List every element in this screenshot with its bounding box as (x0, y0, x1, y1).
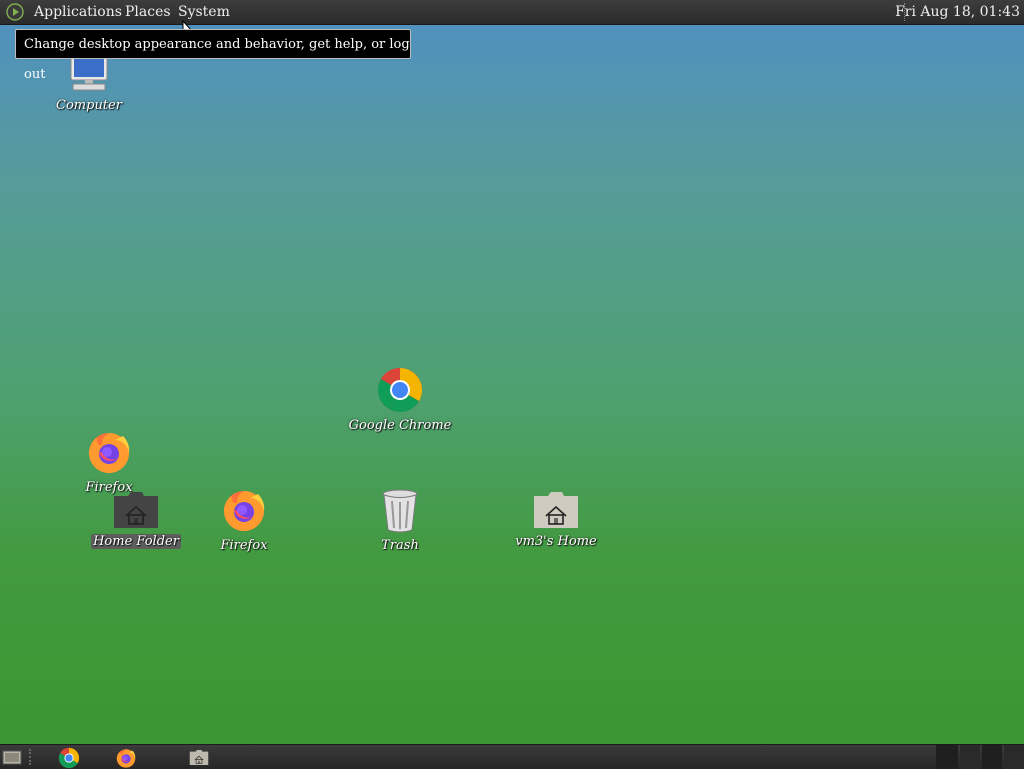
workspace-switcher[interactable] (1004, 745, 1024, 769)
desktop-icon-label: Computer (56, 98, 122, 113)
clock[interactable]: Fri Aug 18, 01:43 (895, 3, 1020, 21)
menu-places[interactable]: Places (125, 3, 171, 21)
workspace-switcher[interactable] (960, 745, 980, 769)
desktop-icon-label: Firefox (220, 538, 268, 553)
desktop-icon-computer[interactable]: Computer (34, 52, 144, 113)
home-folder-icon (112, 490, 160, 530)
desktop-icon-label: Home Folder (91, 534, 181, 549)
trash-icon (382, 489, 418, 533)
top-panel: Applications Places System Fri Aug 18, 0… (0, 0, 1024, 25)
firefox-icon (85, 428, 133, 476)
firefox-icon (220, 486, 268, 534)
firefox-icon[interactable] (115, 747, 137, 769)
desktop-icon-trash[interactable]: Trash (345, 488, 455, 553)
bottom-panel (0, 744, 1024, 769)
home-folder-icon[interactable] (189, 749, 209, 766)
chrome-icon (376, 366, 424, 414)
desktop-icon-firefox-2[interactable]: Firefox (189, 486, 299, 553)
menu-system[interactable]: System (178, 3, 230, 21)
show-desktop-icon[interactable] (2, 747, 22, 767)
launcher-separator (29, 749, 33, 765)
desktop-icon-vm3-home[interactable]: vm3's Home (501, 490, 611, 549)
workspace-switcher[interactable] (936, 745, 958, 769)
home-folder-icon (532, 490, 580, 530)
menu-applications[interactable]: Applications (34, 3, 122, 21)
system-menu-tooltip: Change desktop appearance and behavior, … (15, 29, 411, 82)
distro-logo-icon[interactable] (6, 3, 24, 21)
desktop-icon-label: vm3's Home (515, 534, 597, 549)
desktop-icon-google-chrome[interactable]: Google Chrome (345, 366, 455, 433)
desktop-icon-home-folder[interactable]: Home Folder (81, 490, 191, 549)
chrome-icon[interactable] (58, 747, 80, 769)
desktop-icon-label: Trash (381, 538, 419, 553)
desktop-icon-label: Google Chrome (348, 418, 452, 433)
desktop-icon-firefox[interactable]: Firefox (54, 428, 164, 495)
workspace-switcher[interactable] (982, 745, 1002, 769)
